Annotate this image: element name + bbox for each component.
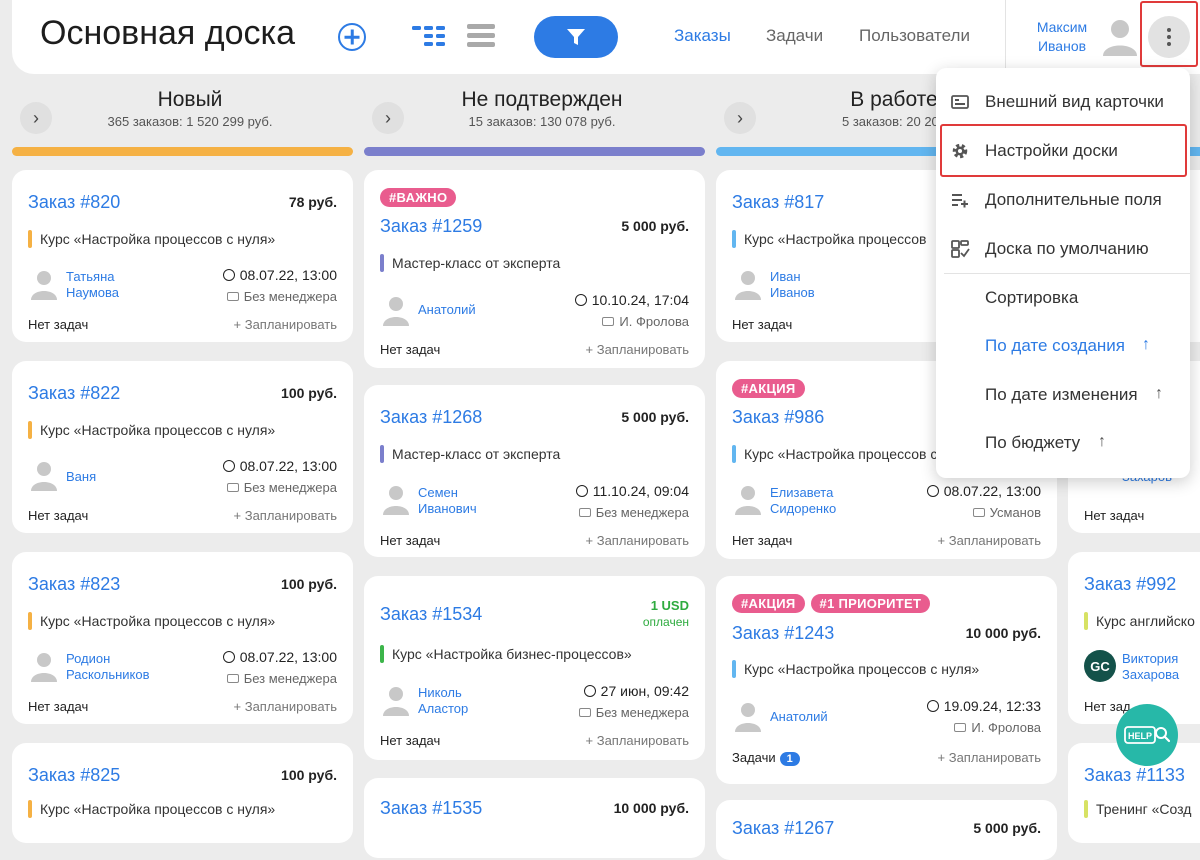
order-card-1259[interactable]: #ВАЖНО Заказ #1259 5 000 руб. Мастер-кла… [364,170,705,368]
page-title: Основная доска [40,14,296,52]
menu-card-appearance[interactable]: Внешний вид карточки [936,80,1190,124]
default-board-icon [951,240,970,258]
svg-text:HELP: HELP [1128,731,1152,741]
tasks-label[interactable]: Задачи 1 [732,750,800,766]
order-card-825[interactable]: Заказ #825 100 руб. Курс «Настройка проц… [12,743,353,843]
tag-badge: #ВАЖНО [380,188,457,207]
client-name[interactable]: Анатолий [770,709,828,725]
client-name[interactable]: Иван Иванов [770,269,815,301]
order-card-1243[interactable]: #АКЦИЯ #1 ПРИОРИТЕТ Заказ #1243 10 000 ру… [716,576,1057,784]
arrow-up-icon: ↑ [1155,385,1163,402]
sort-by-budget[interactable]: По бюджету ↑ [936,421,1190,465]
client-name[interactable]: Анатолий [418,302,476,318]
order-card-822[interactable]: Заказ #822 100 руб. Курс «Настройка проц… [12,361,353,533]
avatar [380,294,412,326]
order-card-1535[interactable]: Заказ #1535 10 000 руб. [364,778,705,858]
column-bar-unconfirmed [364,147,705,156]
avatar [732,268,764,300]
avatar [732,700,764,732]
client-name[interactable]: Виктория Захарова [1122,651,1179,683]
avatar [380,684,412,716]
add-fields-icon [952,194,968,208]
order-card-992[interactable]: Заказ #992 Курс английско GC Виктория Зах… [1068,552,1200,724]
tag-badge: #АКЦИЯ [732,379,805,398]
nav-orders[interactable]: Заказы [674,26,731,46]
client-name[interactable]: Родион Раскольников [66,651,150,683]
avatar [732,483,764,515]
help-search-icon: HELP [1124,726,1170,744]
arrow-up-icon: ↑ [1098,433,1106,450]
tag-badge: #АКЦИЯ [732,594,805,613]
tasks-count-badge: 1 [779,752,800,766]
client-name[interactable]: Ваня [66,469,96,485]
client-name[interactable]: Николь Аластор [418,685,468,717]
order-card-823[interactable]: Заказ #823 100 руб. Курс «Настройка проц… [12,552,353,724]
highlight-more-button [1140,1,1198,67]
expand-arrow-icon[interactable]: › [724,102,756,134]
order-card-1534[interactable]: Заказ #1534 1 USD оплачен Курс «Настройка… [364,576,705,760]
menu-additional-fields[interactable]: Дополнительные поля [936,178,1190,222]
filter-button[interactable] [534,16,618,58]
card-appearance-icon [951,95,969,109]
avatar: GC [1084,650,1116,682]
help-button[interactable]: HELP [1116,704,1178,766]
filter-icon [567,29,585,45]
order-card-820[interactable]: Заказ #820 78 руб. Курс «Настройка проце… [12,170,353,342]
order-card-1267[interactable]: Заказ #1267 5 000 руб. [716,800,1057,860]
nav-users[interactable]: Пользователи [859,26,970,46]
add-order-button[interactable] [338,23,366,51]
avatar [28,650,60,682]
client-name[interactable]: Елизавета Сидоренко [770,485,836,517]
menu-divider [944,273,1190,274]
column-header-unconfirmed: › Не подтвержден 15 заказов: 130 078 руб… [372,88,712,134]
sort-by-created[interactable]: По дате создания ↑ [936,324,1190,368]
sort-by-modified[interactable]: По дате изменения ↑ [936,373,1190,417]
menu-default-board[interactable]: Доска по умолчанию [936,227,1190,271]
column-bar-new [12,147,353,156]
user-name[interactable]: Максим Иванов [1022,18,1102,56]
avatar [28,268,60,300]
highlight-board-settings [940,124,1187,177]
order-card-1268[interactable]: Заказ #1268 5 000 руб. Мастер-класс от э… [364,385,705,557]
nav-tasks[interactable]: Задачи [766,26,823,46]
expand-arrow-icon[interactable]: › [372,102,404,134]
list-view-icon[interactable] [467,24,495,48]
avatar [380,483,412,515]
client-name[interactable]: Семен Иванович [418,485,477,517]
user-avatar[interactable] [1100,16,1140,61]
arrow-up-icon: ↑ [1142,336,1150,353]
expand-arrow-icon[interactable]: › [20,102,52,134]
payment-status: 1 USD оплачен [642,598,689,629]
column-header-new: › Новый 365 заказов: 1 520 299 руб. [20,88,360,134]
header-divider [1005,0,1006,74]
kanban-view-icon[interactable] [412,24,448,50]
avatar [28,459,60,491]
client-name[interactable]: Татьяна Наумова [66,269,119,301]
menu-sort-heading: Сортировка [985,288,1079,307]
tag-badge: #1 ПРИОРИТЕТ [810,594,931,613]
